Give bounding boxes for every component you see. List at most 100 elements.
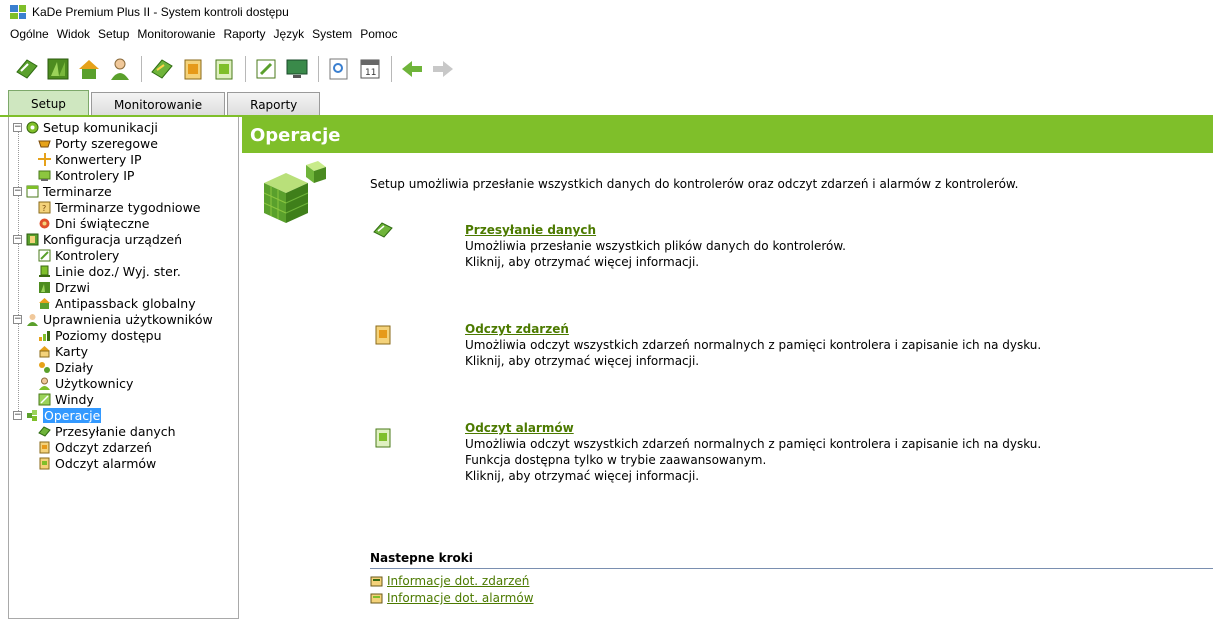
forward-arrow-icon[interactable]: [428, 54, 458, 84]
menu-raporty[interactable]: Raporty: [223, 27, 265, 41]
tab-setup[interactable]: Setup: [8, 90, 89, 116]
menu-pomoc[interactable]: Pomoc: [360, 27, 397, 41]
alarms-read-icon: [37, 456, 51, 470]
tree-group-label: Konfiguracja urządzeń: [43, 231, 183, 247]
toolbar: 11: [0, 50, 1213, 88]
tree-group-terminarze[interactable]: − Terminarze: [9, 183, 238, 199]
send-data-tool-icon[interactable]: [147, 54, 177, 84]
tree-item-dni-swiateczne[interactable]: Dni świąteczne: [9, 215, 238, 231]
elevator-icon: [37, 392, 51, 406]
tree-item-label: Kontrolery IP: [55, 167, 135, 183]
toolbar-separator: [318, 56, 319, 82]
data-transfer-tool-icon[interactable]: [12, 54, 42, 84]
menu-monitorowanie[interactable]: Monitorowanie: [137, 27, 215, 41]
menu-ogolne[interactable]: Ogólne: [10, 27, 49, 41]
operations-cube-icon: [256, 159, 330, 233]
ip-converter-icon: [37, 152, 51, 166]
lines-icon: [37, 264, 51, 278]
monitor-tool-icon[interactable]: [282, 54, 312, 84]
section-description: Umożliwia odczyt wszystkich zdarzeń norm…: [465, 338, 1042, 352]
users-icon: [25, 312, 39, 326]
tree-item-label: Karty: [55, 343, 89, 359]
tree-group-label: Uprawnienia użytkowników: [43, 311, 213, 327]
section-title-link[interactable]: Odczyt zdarzeń: [465, 322, 1041, 336]
next-step-link-alarms[interactable]: Informacje dot. alarmów: [370, 591, 534, 605]
report-search-tool-icon[interactable]: [324, 54, 354, 84]
tree-item-kontrolery[interactable]: Kontrolery: [9, 247, 238, 263]
tree-group-label: Setup komunikacji: [43, 119, 158, 135]
section-title-link[interactable]: Przesyłanie danych: [465, 223, 846, 237]
tree-item-uzytkownicy[interactable]: Użytkownicy: [9, 375, 238, 391]
title-bar: KaDe Premium Plus II - System kontroli d…: [0, 0, 1213, 24]
holiday-icon: [37, 216, 51, 230]
tab-monitorowanie[interactable]: Monitorowanie: [90, 92, 226, 116]
link-label: Informacje dot. alarmów: [387, 591, 534, 605]
antipassback-icon: [37, 296, 51, 310]
tree-item-dzialy[interactable]: Działy: [9, 359, 238, 375]
section-title-link[interactable]: Odczyt alarmów: [465, 421, 1041, 435]
tree-item-label: Przesyłanie danych: [55, 423, 176, 439]
page-title: Operacje: [242, 117, 1213, 153]
toolbar-separator: [245, 56, 246, 82]
collapse-icon[interactable]: −: [13, 234, 22, 244]
tree-group-operacje[interactable]: − Operacje: [9, 407, 238, 423]
calendar-icon: [25, 184, 39, 198]
tree-item-odczyt-alarmow[interactable]: Odczyt alarmów: [9, 455, 238, 471]
device-config-icon: [25, 232, 39, 246]
tree-group-setup-komunikacji[interactable]: − Setup komunikacji: [9, 119, 238, 135]
section-odczyt-alarmow: Odczyt alarmów Umożliwia odczyt wszystki…: [465, 421, 1041, 483]
menu-setup[interactable]: Setup: [98, 27, 129, 41]
tree-item-label: Antipassback globalny: [55, 295, 196, 311]
tree-item-label: Windy: [55, 391, 94, 407]
edit-tool-icon[interactable]: [251, 54, 281, 84]
serial-port-icon: [37, 136, 51, 150]
tree-item-label: Kontrolery: [55, 247, 120, 263]
tree-item-windy[interactable]: Windy: [9, 391, 238, 407]
tree-item-odczyt-zdarzen[interactable]: Odczyt zdarzeń: [9, 439, 238, 455]
collapse-icon[interactable]: −: [13, 410, 22, 420]
door-tool-icon[interactable]: [43, 54, 73, 84]
back-arrow-icon[interactable]: [397, 54, 427, 84]
tree-item-poziomy-dostepu[interactable]: Poziomy dostępu: [9, 327, 238, 343]
section-more-info: Kliknij, aby otrzymać więcej informacji.: [465, 354, 700, 368]
tree-item-konwertery-ip[interactable]: Konwertery IP: [9, 151, 238, 167]
menu-widok[interactable]: Widok: [57, 27, 90, 41]
tree-item-label: Linie doz./ Wyj. ster.: [55, 263, 181, 279]
user-icon: [37, 376, 51, 390]
tree-item-label: Odczyt zdarzeń: [55, 439, 152, 455]
tree-item-karty[interactable]: Karty: [9, 343, 238, 359]
section-description: Umożliwia odczyt wszystkich zdarzeń norm…: [465, 437, 1042, 451]
events-tool-icon[interactable]: [178, 54, 208, 84]
events-info-icon: [370, 576, 383, 586]
tree-item-antipassback[interactable]: Antipassback globalny: [9, 295, 238, 311]
section-description: Umożliwia przesłanie wszystkich plików d…: [465, 239, 846, 253]
svg-text:?: ?: [42, 204, 46, 213]
alarms-tool-icon[interactable]: [209, 54, 239, 84]
user-tool-icon[interactable]: [105, 54, 135, 84]
tree-item-przesylanie-danych[interactable]: Przesyłanie danych: [9, 423, 238, 439]
menu-system[interactable]: System: [312, 27, 352, 41]
tree-item-porty-szeregowe[interactable]: Porty szeregowe: [9, 135, 238, 151]
tree-item-terminarze-tygodniowe[interactable]: ? Terminarze tygodniowe: [9, 199, 238, 215]
collapse-icon[interactable]: −: [13, 314, 22, 324]
globe-icon: [25, 120, 39, 134]
tab-raporty[interactable]: Raporty: [227, 92, 321, 116]
tree-item-kontrolery-ip[interactable]: Kontrolery IP: [9, 167, 238, 183]
next-step-link-events[interactable]: Informacje dot. zdarzeń: [370, 574, 529, 588]
tree-item-drzwi[interactable]: Drzwi: [9, 279, 238, 295]
calendar-tool-icon[interactable]: 11: [355, 54, 385, 84]
navigation-tree: − Setup komunikacji Porty szeregowe Konw…: [8, 117, 239, 619]
tree-group-uprawnienia[interactable]: − Uprawnienia użytkowników: [9, 311, 238, 327]
menu-jezyk[interactable]: Język: [273, 27, 304, 41]
collapse-icon[interactable]: −: [13, 122, 22, 132]
tree-item-linie[interactable]: Linie doz./ Wyj. ster.: [9, 263, 238, 279]
ip-controller-icon: [37, 168, 51, 182]
collapse-icon[interactable]: −: [13, 186, 22, 196]
tree-item-label: Dni świąteczne: [55, 215, 150, 231]
antipassback-tool-icon[interactable]: [74, 54, 104, 84]
tree-group-konfiguracja-urzadzen[interactable]: − Konfiguracja urządzeń: [9, 231, 238, 247]
section-more-info: Kliknij, aby otrzymać więcej informacji.: [465, 469, 700, 483]
section-przesylanie-danych: Przesyłanie danych Umożliwia przesłanie …: [465, 223, 846, 269]
controller-icon: [37, 248, 51, 262]
data-transfer-icon: [373, 220, 393, 240]
